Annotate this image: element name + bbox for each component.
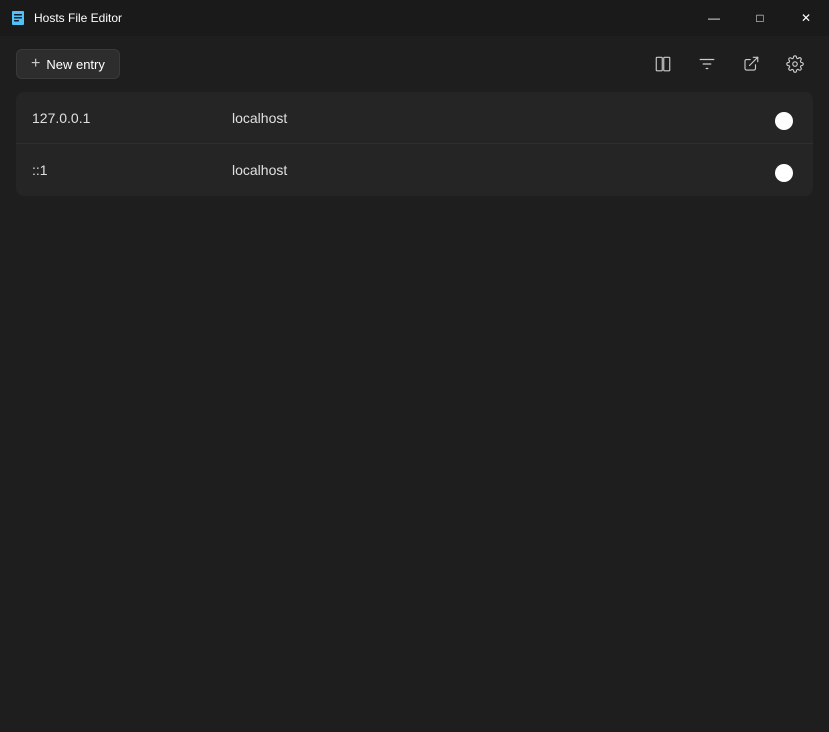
- settings-button[interactable]: [777, 46, 813, 82]
- filter-icon: [698, 55, 716, 73]
- panel-icon: [654, 55, 672, 73]
- export-button[interactable]: [733, 46, 769, 82]
- export-icon: [742, 55, 760, 73]
- maximize-button[interactable]: □: [737, 0, 783, 36]
- title-bar-left: Hosts File Editor: [10, 10, 122, 26]
- host-ip: ::1: [32, 162, 232, 178]
- table-row[interactable]: 127.0.0.1localhost: [16, 92, 813, 144]
- title-bar: Hosts File Editor — □ ✕: [0, 0, 829, 36]
- filter-button[interactable]: [689, 46, 725, 82]
- host-hostname: localhost: [232, 110, 797, 126]
- host-ip: 127.0.0.1: [32, 110, 232, 126]
- toolbar-left: + New entry: [16, 49, 120, 79]
- new-entry-button[interactable]: + New entry: [16, 49, 120, 79]
- host-hostname: localhost: [232, 162, 797, 178]
- app-icon: [10, 10, 26, 26]
- toggle-thumb: [775, 112, 793, 130]
- title-bar-controls: — □ ✕: [691, 0, 829, 36]
- minimize-button[interactable]: —: [691, 0, 737, 36]
- hosts-table: 127.0.0.1localhost::1localhost: [16, 92, 813, 196]
- toolbar-right: [645, 46, 813, 82]
- table-row[interactable]: ::1localhost: [16, 144, 813, 196]
- close-button[interactable]: ✕: [783, 0, 829, 36]
- plus-icon: +: [31, 56, 40, 72]
- toolbar: + New entry: [0, 36, 829, 92]
- new-entry-label: New entry: [46, 57, 105, 72]
- app-title: Hosts File Editor: [34, 11, 122, 25]
- settings-icon: [786, 55, 804, 73]
- toggle-thumb: [775, 164, 793, 182]
- content-area: 127.0.0.1localhost::1localhost: [0, 92, 829, 732]
- panel-button[interactable]: [645, 46, 681, 82]
